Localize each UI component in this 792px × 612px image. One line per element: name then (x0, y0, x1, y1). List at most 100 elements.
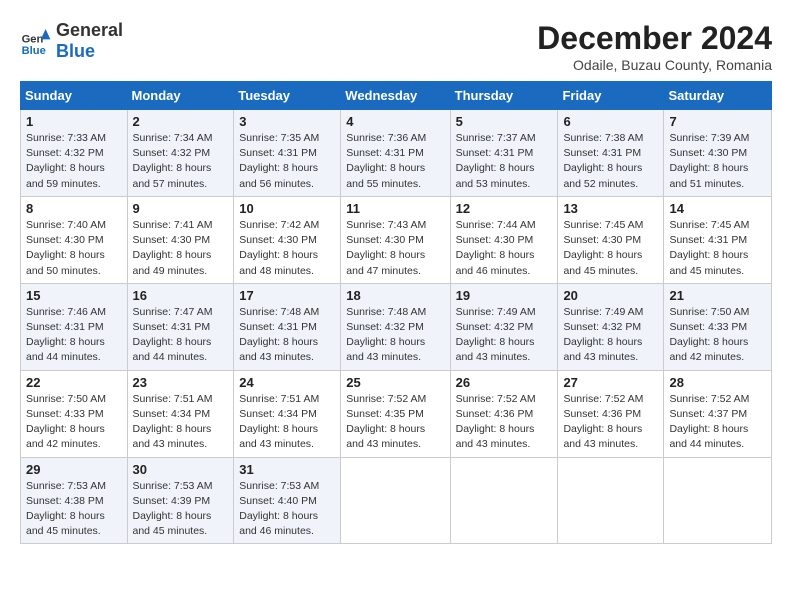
day-detail: Sunrise: 7:44 AMSunset: 4:30 PMDaylight:… (456, 218, 553, 279)
calendar-day-cell: 10 Sunrise: 7:42 AMSunset: 4:30 PMDayligh… (234, 196, 341, 283)
calendar-day-cell: 7Sunrise: 7:39 AMSunset: 4:30 PMDaylight… (664, 110, 772, 197)
day-detail: Sunrise: 7:52 AMSunset: 4:35 PMDaylight:… (346, 392, 444, 453)
calendar-table: SundayMondayTuesdayWednesdayThursdayFrid… (20, 81, 772, 544)
day-number: 31 (239, 462, 335, 477)
day-number: 19 (456, 288, 553, 303)
logo-blue-text: Blue (56, 41, 95, 61)
calendar-week-row: 15 Sunrise: 7:46 AMSunset: 4:31 PMDayligh… (21, 283, 772, 370)
calendar-day-cell: 22Sunrise: 7:50 AMSunset: 4:33 PMDayligh… (21, 370, 128, 457)
location-title: Odaile, Buzau County, Romania (537, 57, 772, 73)
calendar-day-cell: 3Sunrise: 7:35 AMSunset: 4:31 PMDaylight… (234, 110, 341, 197)
calendar-day-cell: 8 Sunrise: 7:40 AMSunset: 4:30 PMDaylight… (21, 196, 128, 283)
day-number: 15 (26, 288, 122, 303)
day-detail: Sunrise: 7:49 AMSunset: 4:32 PMDaylight:… (456, 305, 553, 366)
day-detail: Sunrise: 7:50 AMSunset: 4:33 PMDaylight:… (26, 392, 122, 453)
calendar-day-cell: 18 Sunrise: 7:48 AMSunset: 4:32 PMDayligh… (341, 283, 450, 370)
calendar-day-cell: 1Sunrise: 7:33 AMSunset: 4:32 PMDaylight… (21, 110, 128, 197)
day-number: 3 (239, 114, 335, 129)
month-title: December 2024 (537, 20, 772, 57)
day-detail: Sunrise: 7:38 AMSunset: 4:31 PMDaylight:… (563, 131, 658, 192)
calendar-day-cell: 31 Sunrise: 7:53 AMSunset: 4:40 PMDayligh… (234, 457, 341, 544)
day-number: 12 (456, 201, 553, 216)
calendar-day-cell: 29 Sunrise: 7:53 AMSunset: 4:38 PMDayligh… (21, 457, 128, 544)
day-detail: Sunrise: 7:52 AMSunset: 4:36 PMDaylight:… (456, 392, 553, 453)
calendar-day-cell: 2 Sunrise: 7:34 AMSunset: 4:32 PMDaylight… (127, 110, 234, 197)
day-number: 27 (563, 375, 658, 390)
day-number: 5 (456, 114, 553, 129)
day-detail: Sunrise: 7:53 AMSunset: 4:40 PMDaylight:… (239, 479, 335, 540)
calendar-day-cell: 13 Sunrise: 7:45 AMSunset: 4:30 PMDayligh… (558, 196, 664, 283)
title-block: December 2024 Odaile, Buzau County, Roma… (537, 20, 772, 73)
weekday-header-cell: Thursday (450, 82, 558, 110)
logo-icon: Gen Blue (20, 25, 52, 57)
day-detail: Sunrise: 7:52 AMSunset: 4:37 PMDaylight:… (669, 392, 766, 453)
calendar-body: 1Sunrise: 7:33 AMSunset: 4:32 PMDaylight… (21, 110, 772, 544)
svg-text:Gen: Gen (22, 34, 44, 46)
calendar-day-cell: 27 Sunrise: 7:52 AMSunset: 4:36 PMDayligh… (558, 370, 664, 457)
day-detail: Sunrise: 7:45 AMSunset: 4:30 PMDaylight:… (563, 218, 658, 279)
day-detail: Sunrise: 7:47 AMSunset: 4:31 PMDaylight:… (133, 305, 229, 366)
day-number: 6 (563, 114, 658, 129)
day-number: 11 (346, 201, 444, 216)
day-number: 20 (563, 288, 658, 303)
calendar-day-cell: 21Sunrise: 7:50 AMSunset: 4:33 PMDayligh… (664, 283, 772, 370)
calendar-day-cell: 6 Sunrise: 7:38 AMSunset: 4:31 PMDaylight… (558, 110, 664, 197)
day-detail: Sunrise: 7:49 AMSunset: 4:32 PMDaylight:… (563, 305, 658, 366)
day-detail: Sunrise: 7:37 AMSunset: 4:31 PMDaylight:… (456, 131, 553, 192)
day-number: 21 (669, 288, 766, 303)
page-header: Gen Blue General Blue December 2024 Odai… (20, 20, 772, 73)
calendar-day-cell: 24 Sunrise: 7:51 AMSunset: 4:34 PMDayligh… (234, 370, 341, 457)
day-detail: Sunrise: 7:51 AMSunset: 4:34 PMDaylight:… (239, 392, 335, 453)
calendar-day-cell: 30 Sunrise: 7:53 AMSunset: 4:39 PMDayligh… (127, 457, 234, 544)
day-detail: Sunrise: 7:52 AMSunset: 4:36 PMDaylight:… (563, 392, 658, 453)
day-detail: Sunrise: 7:43 AMSunset: 4:30 PMDaylight:… (346, 218, 444, 279)
day-number: 8 (26, 201, 122, 216)
svg-text:Blue: Blue (22, 45, 46, 57)
calendar-day-cell: 14 Sunrise: 7:45 AMSunset: 4:31 PMDayligh… (664, 196, 772, 283)
day-detail: Sunrise: 7:48 AMSunset: 4:31 PMDaylight:… (239, 305, 335, 366)
day-number: 13 (563, 201, 658, 216)
day-detail: Sunrise: 7:36 AMSunset: 4:31 PMDaylight:… (346, 131, 444, 192)
calendar-day-cell: 19 Sunrise: 7:49 AMSunset: 4:32 PMDayligh… (450, 283, 558, 370)
day-detail: Sunrise: 7:34 AMSunset: 4:32 PMDaylight:… (133, 131, 229, 192)
day-number: 23 (133, 375, 229, 390)
day-detail: Sunrise: 7:42 AMSunset: 4:30 PMDaylight:… (239, 218, 335, 279)
day-number: 25 (346, 375, 444, 390)
day-detail: Sunrise: 7:48 AMSunset: 4:32 PMDaylight:… (346, 305, 444, 366)
calendar-day-cell: 15 Sunrise: 7:46 AMSunset: 4:31 PMDayligh… (21, 283, 128, 370)
calendar-week-row: 8 Sunrise: 7:40 AMSunset: 4:30 PMDaylight… (21, 196, 772, 283)
day-detail: Sunrise: 7:39 AMSunset: 4:30 PMDaylight:… (669, 131, 766, 192)
calendar-day-cell: 28 Sunrise: 7:52 AMSunset: 4:37 PMDayligh… (664, 370, 772, 457)
day-detail: Sunrise: 7:53 AMSunset: 4:38 PMDaylight:… (26, 479, 122, 540)
calendar-day-cell: 17 Sunrise: 7:48 AMSunset: 4:31 PMDayligh… (234, 283, 341, 370)
day-number: 1 (26, 114, 122, 129)
weekday-header-cell: Wednesday (341, 82, 450, 110)
calendar-day-cell: 26Sunrise: 7:52 AMSunset: 4:36 PMDayligh… (450, 370, 558, 457)
calendar-week-row: 29 Sunrise: 7:53 AMSunset: 4:38 PMDayligh… (21, 457, 772, 544)
day-number: 4 (346, 114, 444, 129)
day-number: 14 (669, 201, 766, 216)
day-detail: Sunrise: 7:40 AMSunset: 4:30 PMDaylight:… (26, 218, 122, 279)
calendar-day-cell: 12 Sunrise: 7:44 AMSunset: 4:30 PMDayligh… (450, 196, 558, 283)
logo-general-text: General (56, 20, 123, 40)
calendar-week-row: 1Sunrise: 7:33 AMSunset: 4:32 PMDaylight… (21, 110, 772, 197)
day-number: 29 (26, 462, 122, 477)
calendar-day-cell (664, 457, 772, 544)
day-number: 18 (346, 288, 444, 303)
logo: Gen Blue General Blue (20, 20, 123, 62)
day-number: 10 (239, 201, 335, 216)
calendar-day-cell: 25 Sunrise: 7:52 AMSunset: 4:35 PMDayligh… (341, 370, 450, 457)
weekday-header-cell: Friday (558, 82, 664, 110)
day-number: 2 (133, 114, 229, 129)
day-detail: Sunrise: 7:46 AMSunset: 4:31 PMDaylight:… (26, 305, 122, 366)
calendar-day-cell (558, 457, 664, 544)
day-detail: Sunrise: 7:53 AMSunset: 4:39 PMDaylight:… (133, 479, 229, 540)
weekday-header-cell: Saturday (664, 82, 772, 110)
day-number: 9 (133, 201, 229, 216)
day-number: 24 (239, 375, 335, 390)
day-number: 28 (669, 375, 766, 390)
calendar-day-cell: 20 Sunrise: 7:49 AMSunset: 4:32 PMDayligh… (558, 283, 664, 370)
day-detail: Sunrise: 7:45 AMSunset: 4:31 PMDaylight:… (669, 218, 766, 279)
day-number: 30 (133, 462, 229, 477)
day-number: 17 (239, 288, 335, 303)
